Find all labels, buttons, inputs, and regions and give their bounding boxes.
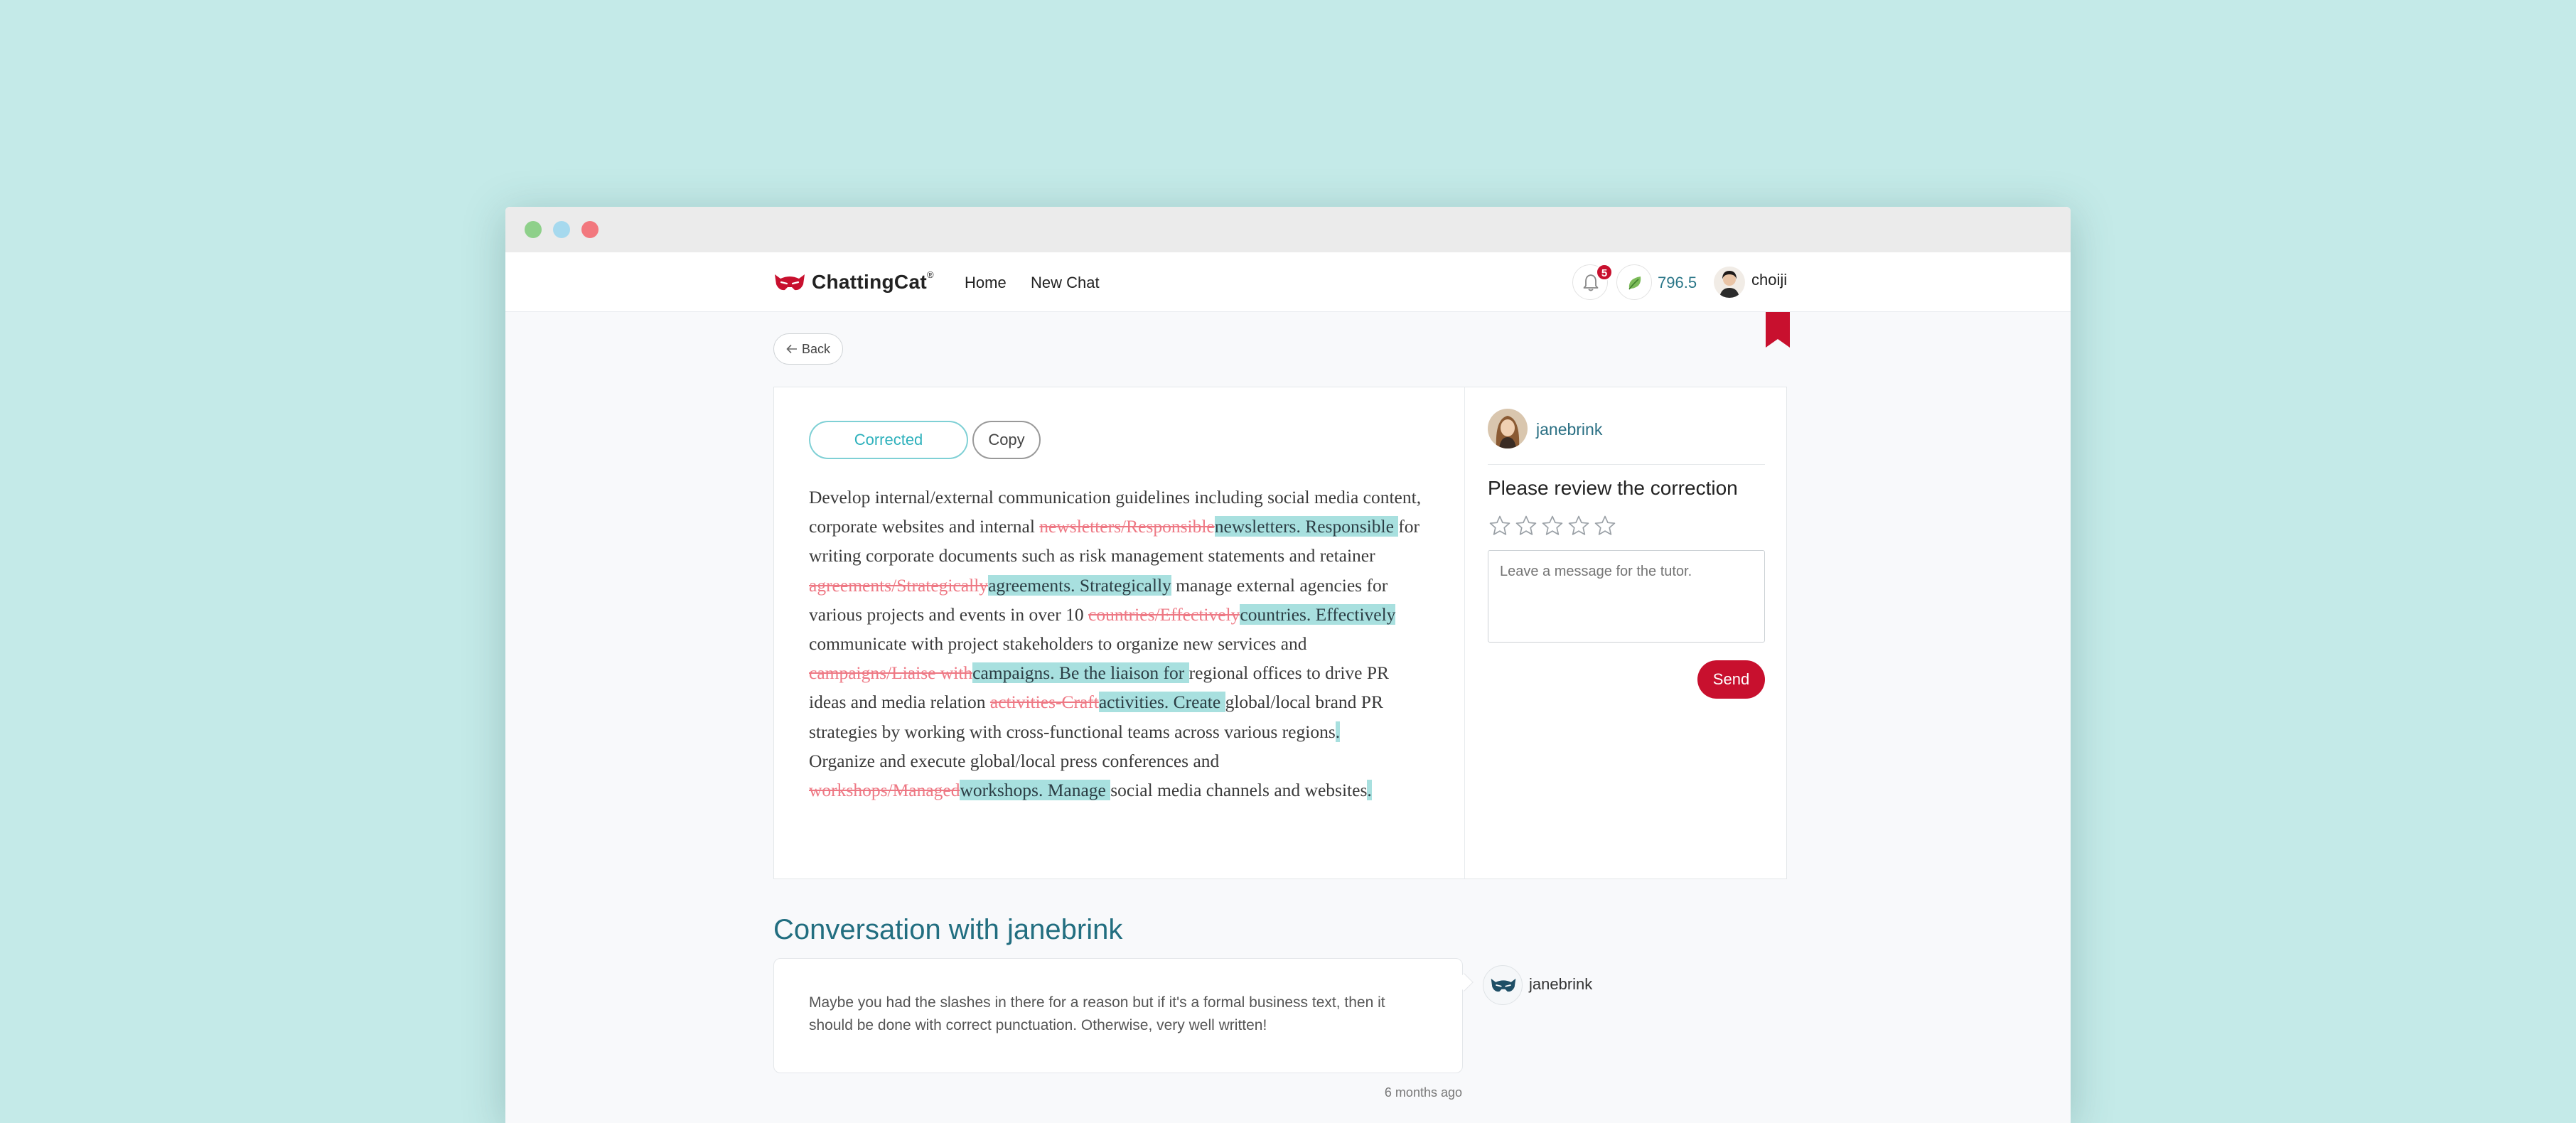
browser-window: ChattingCat® Home New Chat 5 796.5 choij…	[505, 207, 2071, 1123]
tutor-avatar[interactable]	[1488, 409, 1528, 448]
deleted-text: workshops/Managed	[809, 780, 960, 801]
notifications-button[interactable]: 5	[1572, 264, 1613, 300]
arrow-left-icon	[786, 344, 797, 354]
deleted-text: countries/Effectively	[1088, 603, 1240, 625]
tutor-name[interactable]: janebrink	[1536, 420, 1602, 439]
inserted-text: countries. Effectively	[1240, 603, 1396, 625]
correction-card: Corrected Copy Develop internal/external…	[773, 387, 1787, 879]
inserted-text: agreements. Strategically	[988, 574, 1171, 596]
review-title: Please review the correction	[1488, 477, 1738, 499]
back-label: Back	[801, 341, 831, 356]
inserted-text: campaigns. Be the liaison for	[972, 662, 1189, 684]
tutor-message-input[interactable]	[1488, 550, 1765, 643]
bookmark-icon[interactable]	[1766, 312, 1790, 348]
inserted-text: workshops. Manage	[960, 780, 1111, 801]
deleted-text: activities-Craft	[989, 692, 1099, 713]
deleted-text: campaigns/Liaise with	[809, 662, 973, 684]
close-button[interactable]	[581, 221, 599, 238]
deleted-text: newsletters/Responsible	[1039, 516, 1215, 537]
copy-button[interactable]: Copy	[972, 421, 1041, 459]
card-divider	[1464, 387, 1465, 878]
cat-logo-icon	[1491, 978, 1516, 992]
inserted-text: activities. Create	[1098, 692, 1225, 713]
message-bubble: Maybe you had the slashes in there for a…	[773, 958, 1463, 1073]
user-avatar[interactable]	[1714, 267, 1745, 298]
original-text: Organize and execute global/local press …	[809, 750, 1220, 771]
message-timestamp: 6 months ago	[1384, 1085, 1462, 1100]
back-button[interactable]: Back	[773, 333, 843, 365]
star-rating[interactable]	[1488, 514, 1617, 538]
original-text: communicate with project stakeholders to…	[809, 633, 1307, 655]
maximize-button[interactable]	[525, 221, 542, 238]
nav-new-chat-link[interactable]: New Chat	[1031, 274, 1100, 292]
star-icon[interactable]	[1540, 514, 1565, 538]
cat-logo-icon	[775, 274, 805, 291]
inserted-text: .	[1335, 721, 1341, 742]
star-icon[interactable]	[1488, 514, 1512, 538]
corrected-text: Develop internal/external communication …	[809, 483, 1427, 805]
star-icon[interactable]	[1567, 514, 1591, 538]
top-navbar: ChattingCat® Home New Chat 5 796.5 choij…	[505, 252, 2071, 312]
brand-logo[interactable]: ChattingCat®	[773, 267, 934, 298]
deleted-text: agreements/Strategically	[809, 574, 989, 596]
nav-home-link[interactable]: Home	[965, 274, 1007, 292]
star-icon[interactable]	[1593, 514, 1617, 538]
notification-badge: 5	[1596, 264, 1613, 281]
brand-name: ChattingCat®	[812, 269, 934, 293]
points-button[interactable]	[1616, 264, 1652, 300]
points-value: 796.5	[1658, 274, 1697, 291]
star-icon[interactable]	[1514, 514, 1538, 538]
original-text: social media channels and websites	[1110, 780, 1368, 801]
user-name[interactable]: choiji	[1751, 271, 1787, 289]
user-avatar-image	[1714, 267, 1745, 298]
leaf-icon	[1628, 276, 1641, 290]
message-text: Maybe you had the slashes in there for a…	[809, 994, 1385, 1033]
conversation-author[interactable]: janebrink	[1529, 975, 1592, 994]
tutor-avatar-image	[1488, 409, 1528, 448]
minimize-button[interactable]	[553, 221, 570, 238]
tab-corrected[interactable]: Corrected	[809, 421, 968, 459]
review-separator	[1488, 464, 1765, 465]
conversation-title: Conversation with janebrink	[773, 914, 1123, 945]
inserted-text: .	[1367, 780, 1372, 801]
inserted-text: newsletters. Responsible	[1214, 516, 1399, 537]
conversation-avatar	[1483, 965, 1523, 1005]
send-button[interactable]: Send	[1697, 660, 1765, 699]
title-bar	[505, 207, 2071, 252]
